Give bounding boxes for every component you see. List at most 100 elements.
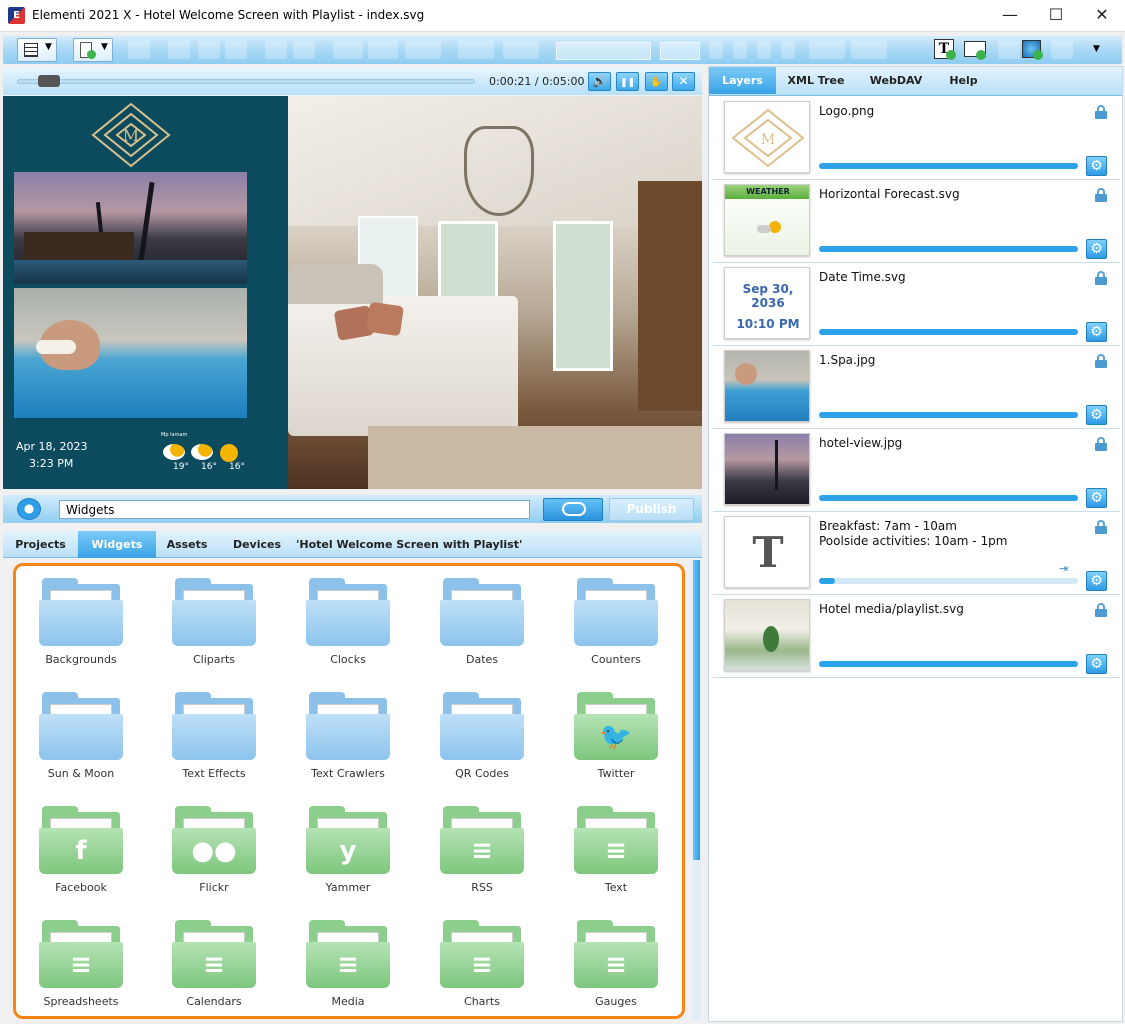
- folder-cliparts[interactable]: Cliparts: [169, 578, 259, 674]
- folder-text[interactable]: ≡ Text: [571, 806, 661, 902]
- layer-row[interactable]: WEATHER Horizontal Forecast.svg ⚙: [713, 180, 1120, 263]
- stage-preview[interactable]: M Apr 18, 2023 3:23 PM Mp lamam 19° 16° …: [3, 96, 702, 489]
- folder-rss[interactable]: ≡ RSS: [437, 806, 527, 902]
- gear-icon: ⚙: [1090, 241, 1103, 257]
- strikethrough-icon[interactable]: [781, 41, 795, 59]
- text-indent-icon[interactable]: ⇥: [1059, 562, 1068, 575]
- layer-settings-button[interactable]: ⚙: [1086, 405, 1107, 425]
- layer-row[interactable]: M Logo.png ⚙: [713, 97, 1120, 180]
- layer-row[interactable]: T Breakfast: 7am - 10am Poolside activiti…: [713, 512, 1120, 595]
- paragraph-icon[interactable]: [851, 41, 887, 59]
- paste-icon[interactable]: [225, 41, 247, 59]
- redo-icon[interactable]: [293, 41, 315, 59]
- effects-icon[interactable]: [503, 41, 539, 59]
- layer-name: Horizontal Forecast.svg: [819, 187, 960, 201]
- text-align-icon[interactable]: [809, 41, 845, 59]
- spa-person: [735, 363, 757, 385]
- lock-icon[interactable]: [1095, 188, 1107, 202]
- refresh-button[interactable]: [17, 498, 41, 520]
- lock-icon[interactable]: [1095, 354, 1107, 368]
- add-web-button[interactable]: [1020, 38, 1045, 62]
- tab-xml-tree[interactable]: XML Tree: [776, 67, 856, 94]
- minimize-button[interactable]: —: [987, 0, 1033, 32]
- save-icon[interactable]: [128, 41, 150, 59]
- transform-icon[interactable]: [458, 41, 494, 59]
- tab-help[interactable]: Help: [936, 67, 991, 94]
- folder-sun-moon[interactable]: Sun & Moon: [36, 692, 126, 788]
- path-input[interactable]: Widgets: [59, 500, 530, 519]
- folder-gauges[interactable]: ≡ Gauges: [571, 920, 661, 1016]
- tab-devices[interactable]: Devices: [218, 531, 296, 558]
- folder-spreadsheets[interactable]: ≡ Spreadsheets: [36, 920, 126, 1016]
- tab-project-name[interactable]: 'Hotel Welcome Screen with Playlist': [296, 531, 522, 558]
- stop-preview-button[interactable]: ✕: [672, 72, 695, 91]
- add-text-button[interactable]: T: [933, 38, 958, 62]
- more-icon[interactable]: [1051, 41, 1073, 59]
- layer-settings-button[interactable]: ⚙: [1086, 322, 1107, 342]
- seek-bar[interactable]: [17, 79, 475, 84]
- publish-button[interactable]: Publish: [609, 498, 694, 521]
- layer-row[interactable]: Sep 30, 2036 10:10 PM Date Time.svg ⚙: [713, 263, 1120, 346]
- close-window-button[interactable]: ✕: [1079, 0, 1125, 32]
- folder-clocks[interactable]: Clocks: [303, 578, 393, 674]
- underline-icon[interactable]: [757, 41, 771, 59]
- floor-rug: [368, 426, 702, 489]
- date-thumbnail: Sep 30, 2036 10:10 PM: [725, 268, 809, 338]
- widgets-scrollbar[interactable]: [692, 560, 701, 1020]
- layer-settings-button[interactable]: ⚙: [1086, 571, 1107, 591]
- folder-twitter[interactable]: 🐦 Twitter: [571, 692, 661, 788]
- add-widget-button[interactable]: [963, 38, 988, 62]
- lock-icon[interactable]: [1095, 105, 1107, 119]
- bold-icon[interactable]: [709, 41, 723, 59]
- align-icon[interactable]: [333, 41, 363, 59]
- upload-button[interactable]: [543, 498, 603, 521]
- layer-row[interactable]: 1.Spa.jpg ⚙: [713, 346, 1120, 429]
- folder-yammer[interactable]: y Yammer: [303, 806, 393, 902]
- tab-widgets[interactable]: Widgets: [78, 531, 156, 558]
- tab-layers[interactable]: Layers: [709, 67, 776, 94]
- folder-flickr[interactable]: ●● Flickr: [169, 806, 259, 902]
- italic-icon[interactable]: [733, 41, 747, 59]
- hand-tool-button[interactable]: ✋: [645, 72, 668, 91]
- pause-button[interactable]: ❚❚: [616, 72, 639, 91]
- folder-calendars[interactable]: ≡ Calendars: [169, 920, 259, 1016]
- arrange-icon[interactable]: [368, 41, 398, 59]
- cut-icon[interactable]: [168, 41, 190, 59]
- font-family-select[interactable]: [556, 42, 651, 60]
- layer-settings-button[interactable]: ⚙: [1086, 654, 1107, 674]
- folder-counters[interactable]: Counters: [571, 578, 661, 674]
- layer-settings-button[interactable]: ⚙: [1086, 488, 1107, 508]
- folder-backgrounds[interactable]: Backgrounds: [36, 578, 126, 674]
- add-media-icon[interactable]: [998, 41, 1020, 59]
- folder-qr-codes[interactable]: QR Codes: [437, 692, 527, 788]
- tab-webdav[interactable]: WebDAV: [856, 67, 936, 94]
- volume-button[interactable]: 🔊: [588, 72, 611, 91]
- maximize-button[interactable]: ☐: [1033, 0, 1079, 32]
- seek-thumb[interactable]: [38, 75, 61, 87]
- tab-projects[interactable]: Projects: [3, 531, 78, 558]
- menu-button[interactable]: ▼: [17, 38, 57, 62]
- copy-icon[interactable]: [198, 41, 220, 59]
- lock-icon[interactable]: [1095, 271, 1107, 285]
- folder-dates[interactable]: Dates: [437, 578, 527, 674]
- folder-media[interactable]: ≡ Media: [303, 920, 393, 1016]
- layer-settings-button[interactable]: ⚙: [1086, 239, 1107, 259]
- tab-assets[interactable]: Assets: [156, 531, 218, 558]
- layer-row[interactable]: Hotel media/playlist.svg ⚙: [713, 595, 1120, 678]
- lock-icon[interactable]: [1095, 437, 1107, 451]
- layer-settings-button[interactable]: ⚙: [1086, 156, 1107, 176]
- layer-row[interactable]: hotel-view.jpg ⚙: [713, 429, 1120, 512]
- folder-charts[interactable]: ≡ Charts: [437, 920, 527, 1016]
- spa-photo: [14, 288, 247, 418]
- layout-icon[interactable]: [405, 41, 441, 59]
- folder-text-crawlers[interactable]: Text Crawlers: [303, 692, 393, 788]
- font-size-select[interactable]: [660, 42, 700, 60]
- scrollbar-thumb[interactable]: [693, 560, 700, 860]
- lock-icon[interactable]: [1095, 603, 1107, 617]
- lock-icon[interactable]: [1095, 520, 1107, 534]
- new-document-button[interactable]: ▼: [73, 38, 113, 62]
- folder-text-effects[interactable]: Text Effects: [169, 692, 259, 788]
- undo-icon[interactable]: [265, 41, 287, 59]
- folder-facebook[interactable]: f Facebook: [36, 806, 126, 902]
- toolbar-overflow-icon[interactable]: ▼: [1093, 44, 1100, 54]
